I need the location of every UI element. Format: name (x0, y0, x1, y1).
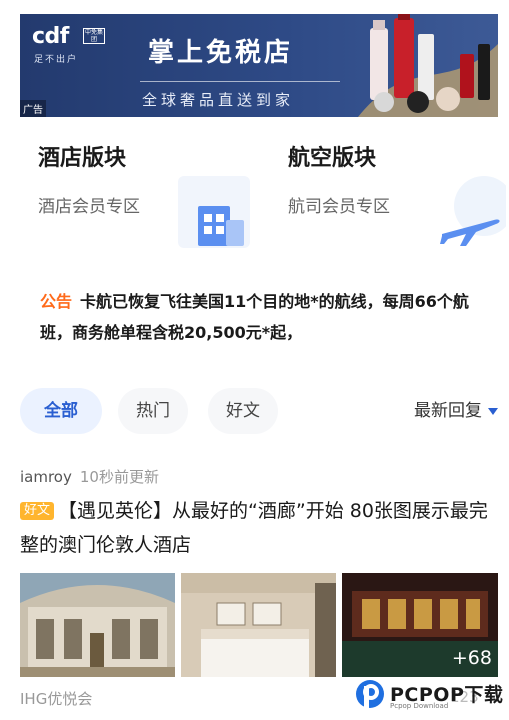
post-photos: +68 (20, 573, 498, 677)
post-photo[interactable] (181, 573, 336, 677)
hall-photo-image (20, 573, 175, 677)
post-author[interactable]: iamroy (20, 468, 72, 486)
cdf-logo-box: 中免集团 (83, 28, 105, 44)
sort-label: 最新回复 (414, 401, 482, 421)
announcement[interactable]: 公告 卡航已恢复飞往美国11个目的地*的航线，每周66个航班，商务舱单程含税20,… (40, 286, 480, 348)
pcpop-logo-icon (356, 680, 384, 710)
announcement-tag: 公告 (40, 292, 73, 311)
announcement-text: 卡航已恢复飞往美国11个目的地*的航线，每周66个航班，商务舱单程含税20,50… (40, 292, 469, 342)
hotel-building-icon (178, 176, 250, 248)
photo-count: +68 (451, 647, 492, 669)
tab-all[interactable]: 全部 (20, 388, 102, 434)
cdf-logo: cdf (32, 24, 69, 49)
post-time: 10秒前更新 (79, 468, 159, 486)
hotel-section-title: 酒店版块 (38, 146, 127, 171)
tab-hot[interactable]: 热门 (118, 388, 188, 434)
post-title[interactable]: 好文 【遇见英伦】从最好的“酒廊”开始 80张图展示最完整的澳门伦敦人酒店 (20, 494, 500, 562)
pcpop-sub-text: Pcpop Download (390, 702, 449, 710)
airplane-icon (440, 176, 506, 246)
ad-banner[interactable]: cdf 中免集团 足不出户 掌上免税店 全球奢品直送到家 广告 (20, 14, 498, 117)
banner-subtitle: 全球奢品直送到家 (142, 91, 295, 109)
filter-tabs: 全部 热门 好文 最新回复 (20, 388, 500, 434)
air-section-title: 航空版块 (288, 146, 377, 171)
post-group[interactable]: IHG优悦会 (20, 688, 92, 709)
post-photo[interactable]: +68 (342, 573, 498, 677)
banner-divider (140, 81, 340, 82)
ad-label: 广告 (20, 100, 46, 117)
good-article-badge: 好文 (20, 502, 55, 520)
chevron-down-icon (488, 407, 498, 415)
sort-dropdown[interactable]: 最新回复 (414, 388, 498, 434)
tab-good[interactable]: 好文 (208, 388, 278, 434)
banner-title: 掌上免税店 (148, 38, 294, 68)
post-meta: iamroy 10秒前更新 (20, 466, 159, 487)
cosmetics-products-image (358, 14, 498, 117)
bedroom-photo-image (181, 573, 336, 677)
post-title-text: 【遇见英伦】从最好的“酒廊”开始 80张图展示最完整的澳门伦敦人酒店 (20, 500, 488, 556)
post-photo[interactable] (20, 573, 175, 677)
cdf-slogan: 足不出户 (34, 55, 79, 65)
pcpop-watermark: PCPOP下载 Pcpop Download (354, 674, 509, 720)
